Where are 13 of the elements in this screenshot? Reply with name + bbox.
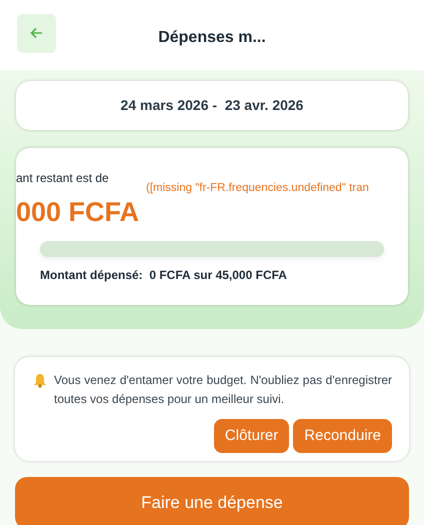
- period-range: 24 mars 2026 - 23 avr. 2026: [120, 96, 304, 115]
- page-title: Dépenses m...: [158, 28, 266, 48]
- spent-amount: Montant dépensé: 0 FCFA sur 45,000 FCFA: [40, 267, 287, 284]
- back-arrow-icon: [30, 27, 43, 39]
- notice-message: Vous venez d'entamer votre budget. N'oubliez pas d'enregistrer toutes vos dépenses pour un meilleur suivi.: [54, 372, 392, 408]
- remaining-label: ant restant est de: [16, 170, 109, 187]
- renew-budget-button[interactable]: Reconduire: [293, 419, 392, 453]
- add-expense-button[interactable]: Faire une dépense: [15, 477, 409, 525]
- bell-icon: [32, 373, 48, 388]
- remaining-amount: 000 FCFA: [16, 196, 140, 229]
- frequency-label: ([missing "fr-FR.frequencies.undefined" tran: [146, 181, 369, 196]
- back-button[interactable]: [17, 14, 56, 52]
- close-budget-button[interactable]: Clôturer: [214, 419, 290, 453]
